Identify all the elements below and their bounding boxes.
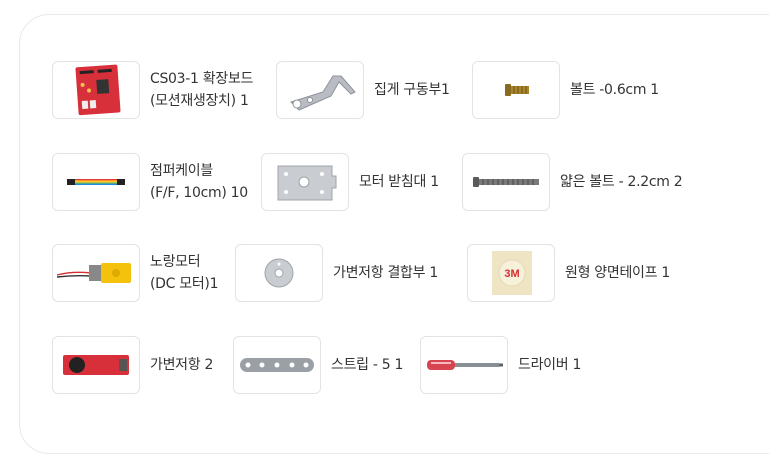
part-label: 얇은 볼트 - 2.2cm 2 xyxy=(560,171,683,193)
part-item-yellow-motor: 노랑모터 (DC 모터)1 xyxy=(52,244,219,302)
part-label: 볼트 -0.6cm 1 xyxy=(570,79,659,101)
part-name: 스트립 - 5 1 xyxy=(331,357,404,373)
yellow-motor-icon xyxy=(52,244,140,302)
parts-list-panel: CS03-1 확장보드 (모션재생장치) 1 집게 구동부1 볼트 -0.6cm… xyxy=(19,14,769,454)
part-label: 가변저항 결합부 1 xyxy=(333,262,438,284)
part-item-bolt-short: 볼트 -0.6cm 1 xyxy=(472,61,659,119)
part-label: 가변저항 2 xyxy=(150,354,213,376)
part-quantity-line: (F/F, 10cm) 10 xyxy=(150,185,248,201)
part-label: 모터 받침대 1 xyxy=(359,171,439,193)
part-quantity-line: (DC 모터)1 xyxy=(150,276,219,292)
part-item-potentiometer-coupler: 가변저항 결합부 1 xyxy=(235,244,438,302)
part-name: CS03-1 확장보드 xyxy=(150,71,254,87)
strip-icon xyxy=(233,336,321,394)
part-label: 스트립 - 5 1 xyxy=(331,354,403,376)
part-label: 점퍼케이블 (F/F, 10cm) 10 xyxy=(150,160,248,204)
part-item-screwdriver: 드라이버 1 xyxy=(420,336,581,394)
jumper-cable-icon xyxy=(52,153,140,211)
part-item-motor-holder: 모터 받침대 1 xyxy=(261,153,439,211)
part-name: 점퍼케이블 xyxy=(150,163,213,179)
part-item-strip: 스트립 - 5 1 xyxy=(233,336,403,394)
part-item-double-sided-tape: 3M 원형 양면테이프 1 xyxy=(467,244,670,302)
part-quantity-line: (모션재생장치) 1 xyxy=(150,93,249,109)
part-item-bolt-long: 얇은 볼트 - 2.2cm 2 xyxy=(462,153,683,211)
part-label: 드라이버 1 xyxy=(518,354,581,376)
part-item-pincer-driver: 집게 구동부1 xyxy=(276,61,450,119)
potentiometer-icon xyxy=(52,336,140,394)
part-item-jumper-cable: 점퍼케이블 (F/F, 10cm) 10 xyxy=(52,153,248,211)
pincer-driver-icon xyxy=(276,61,364,119)
part-item-expansion-board: CS03-1 확장보드 (모션재생장치) 1 xyxy=(52,61,253,119)
part-name: 가변저항 결합부 1 xyxy=(333,265,438,281)
bolt-short-icon xyxy=(472,61,560,119)
part-item-potentiometer: 가변저항 2 xyxy=(52,336,213,394)
part-name: 노랑모터 xyxy=(150,254,201,270)
svg-text:3M: 3M xyxy=(504,268,519,280)
part-name: 집게 구동부1 xyxy=(374,82,450,98)
motor-holder-icon xyxy=(261,153,349,211)
part-name: 원형 양면테이프 1 xyxy=(565,265,670,281)
double-sided-tape-icon: 3M xyxy=(467,244,555,302)
screwdriver-icon xyxy=(420,336,508,394)
part-name: 얇은 볼트 - 2.2cm 2 xyxy=(560,174,683,190)
part-name: 볼트 -0.6cm 1 xyxy=(570,82,659,98)
part-label: 집게 구동부1 xyxy=(374,79,450,101)
part-label: CS03-1 확장보드 (모션재생장치) 1 xyxy=(150,68,253,112)
bolt-long-icon xyxy=(462,153,550,211)
part-name: 드라이버 1 xyxy=(518,357,582,373)
potentiometer-coupler-icon xyxy=(235,244,323,302)
part-label: 노랑모터 (DC 모터)1 xyxy=(150,251,219,295)
part-name: 모터 받침대 1 xyxy=(359,174,439,190)
expansion-board-icon xyxy=(52,61,140,119)
part-name: 가변저항 2 xyxy=(150,357,214,373)
part-label: 원형 양면테이프 1 xyxy=(565,262,670,284)
